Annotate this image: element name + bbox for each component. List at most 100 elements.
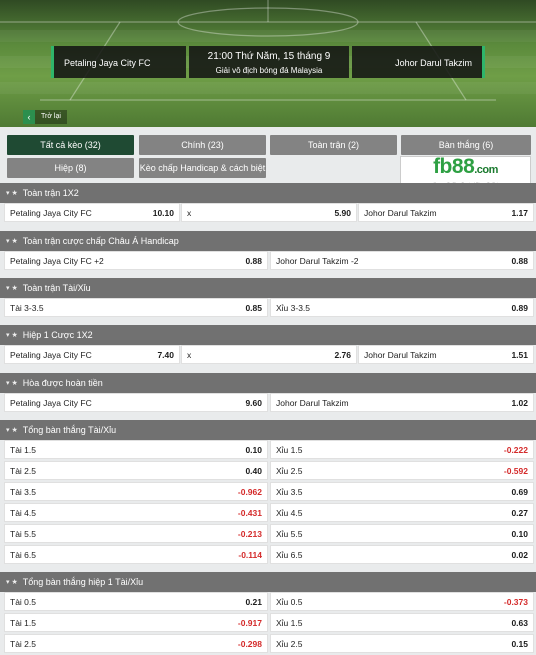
fb88-ad-banner[interactable]: fb88.com Games To Play Trusted Place To …	[400, 156, 531, 186]
odds-label: Xỉu 3.5	[276, 486, 303, 497]
tab-handicap-margin[interactable]: Kèo chấp Handicap & cách biệt (1)	[139, 158, 266, 193]
odds-cell[interactable]: Johor Darul Takzim 1.51	[358, 345, 534, 364]
odds-cell[interactable]: Petaling Jaya City FC 9.60	[4, 393, 268, 412]
odds-label: Tài 5.5	[10, 528, 36, 539]
competition-name: Giải vô địch bóng đá Malaysia	[215, 66, 323, 75]
odds-cell[interactable]: Xỉu 1.5 0.63	[270, 613, 534, 632]
odds-cell[interactable]: Tài 5.5 -0.213	[4, 524, 268, 543]
odds-label: x	[187, 349, 192, 360]
tab-main[interactable]: Chính (23)	[139, 135, 266, 155]
home-team-name: Petaling Jaya City FC	[64, 58, 151, 68]
odds-value: 0.27	[511, 507, 528, 518]
collapse-star-icon[interactable]: ▾ ★	[6, 237, 18, 245]
collapse-star-icon[interactable]: ▾ ★	[6, 578, 18, 586]
odds-value: -0.962	[237, 486, 262, 497]
fb88-logo: fb88.com	[433, 154, 498, 178]
odds-label: Tài 1.5	[10, 617, 36, 628]
odds-label: Tài 3.5	[10, 486, 36, 497]
odds-label: Tài 2.5	[10, 465, 36, 476]
odds-label: Xỉu 5.5	[276, 528, 303, 539]
market-header[interactable]: ▾ ★ Tổng bàn thắng hiệp 1 Tài/Xỉu	[0, 572, 536, 592]
odds-value: 1.02	[511, 397, 528, 408]
odds-label: Tài 1.5	[10, 444, 36, 455]
odds-value: -0.222	[503, 444, 528, 455]
odds-cell[interactable]: Tài 4.5 -0.431	[4, 503, 268, 522]
odds-cell[interactable]: Tài 3-3.5 0.85	[4, 298, 268, 317]
odds-cell[interactable]: Johor Darul Takzim -2 0.88	[270, 251, 534, 270]
odds-value: 10.10	[152, 207, 174, 218]
odds-cell[interactable]: Petaling Jaya City FC 7.40	[4, 345, 180, 364]
odds-cell[interactable]: Xỉu 1.5 -0.222	[270, 440, 534, 459]
odds-cell[interactable]: Xỉu 5.5 0.10	[270, 524, 534, 543]
odds-cell[interactable]: Petaling Jaya City FC 10.10	[4, 203, 180, 222]
odds-label: Johor Darul Takzim	[364, 207, 437, 218]
away-team-name: Johor Darul Takzim	[395, 58, 472, 68]
odds-value: 7.40	[157, 349, 174, 360]
odds-value: 5.90	[334, 207, 351, 218]
home-team-bar: Petaling Jaya City FC	[51, 46, 186, 78]
back-label: Trở lại	[35, 110, 67, 124]
odds-cell[interactable]: x 2.76	[181, 345, 357, 364]
odds-cell[interactable]: Xỉu 3.5 0.69	[270, 482, 534, 501]
back-button[interactable]: ‹ Trở lại	[23, 110, 67, 124]
market-header[interactable]: ▾ ★ Toàn trận 1X2	[0, 183, 536, 203]
odds-value: 0.10	[245, 444, 262, 455]
odds-cell[interactable]: Xỉu 2.5 0.15	[270, 634, 534, 653]
odds-label: Tài 3-3.5	[10, 302, 44, 313]
market-title: Hòa được hoàn tiền	[22, 378, 103, 388]
odds-cell[interactable]: Xỉu 3-3.5 0.89	[270, 298, 534, 317]
collapse-star-icon[interactable]: ▾ ★	[6, 284, 18, 292]
odds-cell[interactable]: Tài 0.5 0.21	[4, 592, 268, 611]
odds-cell[interactable]: Johor Darul Takzim 1.02	[270, 393, 534, 412]
odds-value: 0.89	[511, 302, 528, 313]
odds-cell[interactable]: Johor Darul Takzim 1.17	[358, 203, 534, 222]
market-header[interactable]: ▾ ★ Hiệp 1 Cược 1X2	[0, 325, 536, 345]
odds-label: Petaling Jaya City FC	[10, 349, 92, 360]
odds-value: 0.10	[511, 528, 528, 539]
odds-label: Johor Darul Takzim	[364, 349, 437, 360]
odds-value: 0.63	[511, 617, 528, 628]
odds-cell[interactable]: Xỉu 2.5 -0.592	[270, 461, 534, 480]
tab-goals[interactable]: Bàn thắng (6)	[401, 135, 531, 155]
odds-value: -0.373	[503, 596, 528, 607]
odds-cell[interactable]: x 5.90	[181, 203, 357, 222]
market-title: Tổng bàn thắng Tài/Xỉu	[22, 425, 117, 435]
match-hero-banner: Petaling Jaya City FC 21:00 Thứ Năm, 15 …	[0, 0, 536, 127]
tab-half[interactable]: Hiệp (8)	[7, 158, 134, 178]
match-time: 21:00 Thứ Năm, 15 tháng 9	[207, 51, 331, 62]
chevron-left-icon: ‹	[23, 110, 35, 124]
odds-cell[interactable]: Tài 3.5 -0.962	[4, 482, 268, 501]
odds-cell[interactable]: Xỉu 4.5 0.27	[270, 503, 534, 522]
odds-label: Xỉu 0.5	[276, 596, 303, 607]
odds-cell[interactable]: Xỉu 0.5 -0.373	[270, 592, 534, 611]
odds-cell[interactable]: Tài 1.5 0.10	[4, 440, 268, 459]
market-header[interactable]: ▾ ★ Tổng bàn thắng Tài/Xỉu	[0, 420, 536, 440]
market-header[interactable]: ▾ ★ Hòa được hoàn tiền	[0, 373, 536, 393]
odds-label: Johor Darul Takzim -2	[276, 255, 359, 266]
odds-value: 9.60	[245, 397, 262, 408]
market-title: Toàn trận 1X2	[22, 188, 79, 198]
odds-cell[interactable]: Tài 6.5 -0.114	[4, 545, 268, 564]
collapse-star-icon[interactable]: ▾ ★	[6, 331, 18, 339]
collapse-star-icon[interactable]: ▾ ★	[6, 426, 18, 434]
collapse-star-icon[interactable]: ▾ ★	[6, 189, 18, 197]
odds-label: Xỉu 6.5	[276, 549, 303, 560]
odds-value: 0.21	[245, 596, 262, 607]
odds-value: -0.213	[237, 528, 262, 539]
odds-label: x	[187, 207, 192, 218]
odds-value: 1.17	[511, 207, 528, 218]
odds-cell[interactable]: Petaling Jaya City FC +2 0.88	[4, 251, 268, 270]
market-title: Tổng bàn thắng hiệp 1 Tài/Xỉu	[22, 577, 144, 587]
market-header[interactable]: ▾ ★ Toàn trận cược chấp Châu Á Handicap	[0, 231, 536, 251]
odds-cell[interactable]: Tài 2.5 -0.298	[4, 634, 268, 653]
odds-label: Johor Darul Takzim	[276, 397, 349, 408]
odds-label: Petaling Jaya City FC	[10, 207, 92, 218]
market-header[interactable]: ▾ ★ Toàn trận Tài/Xỉu	[0, 278, 536, 298]
odds-cell[interactable]: Tài 2.5 0.40	[4, 461, 268, 480]
odds-cell[interactable]: Tài 1.5 -0.917	[4, 613, 268, 632]
odds-cell[interactable]: Xỉu 6.5 0.02	[270, 545, 534, 564]
odds-value: -0.298	[237, 638, 262, 649]
collapse-star-icon[interactable]: ▾ ★	[6, 379, 18, 387]
tab-all-odds[interactable]: Tất cả kèo (32)	[7, 135, 134, 155]
tab-full-match[interactable]: Toàn trận (2)	[270, 135, 397, 155]
